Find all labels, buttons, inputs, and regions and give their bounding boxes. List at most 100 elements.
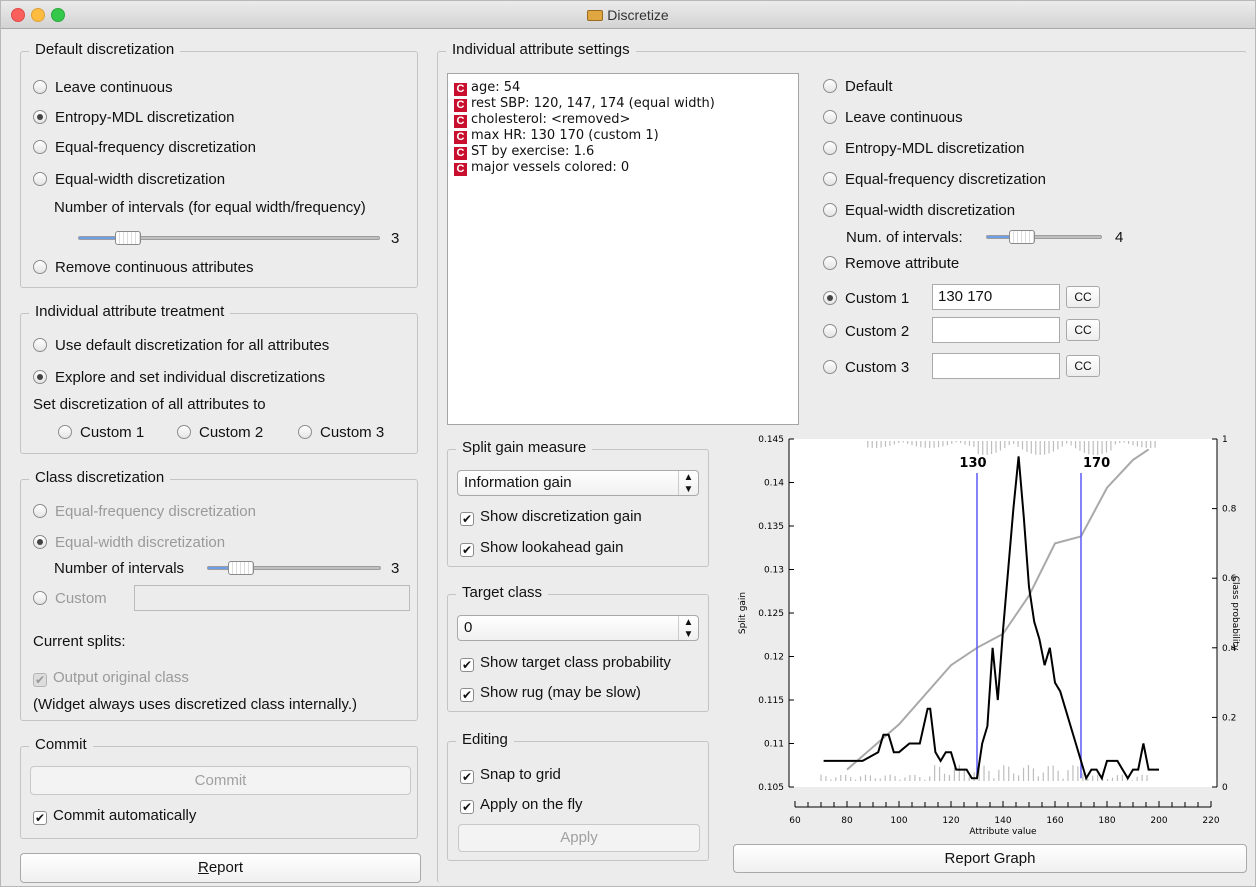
- use-default-radio[interactable]: Use default discretization for all attri…: [33, 337, 329, 355]
- y2-axis-label: Class probability: [1230, 576, 1240, 651]
- slider-thumb: [228, 561, 254, 575]
- plot-area: [789, 439, 1217, 787]
- radio-indicator: [33, 140, 47, 154]
- split-gain-plot[interactable]: 60 80 100 120 140 160 180 200 220 Attribute value…: [733, 435, 1247, 843]
- set-all-custom1-radio[interactable]: Custom 1: [58, 424, 144, 442]
- remove-continuous-radio[interactable]: Remove continuous attributes: [33, 259, 253, 277]
- custom2-input[interactable]: [932, 317, 1060, 343]
- commit-title: Commit: [29, 736, 93, 753]
- attribute-list[interactable]: Cage: 54 Crest SBP: 120, 147, 174 (equal …: [447, 73, 799, 425]
- checkbox-indicator: ✔: [460, 543, 474, 557]
- class-intervals-label: Number of intervals: [54, 560, 185, 577]
- attr-custom2-radio[interactable]: Custom 2: [823, 323, 909, 341]
- attribute-label: ST by exercise: 1.6: [471, 144, 595, 159]
- attribute-label: max HR: 130 170 (custom 1): [471, 128, 659, 143]
- x-tick-label: 60: [789, 816, 801, 826]
- attribute-list-item[interactable]: Crest SBP: 120, 147, 174 (equal width): [454, 96, 715, 112]
- attr-default-radio[interactable]: Default: [823, 78, 893, 96]
- attribute-list-item[interactable]: C ST by exercise: 1.6: [454, 144, 594, 160]
- attribute-list-item[interactable]: Cage: 54: [454, 80, 520, 96]
- attr-equal-width-radio[interactable]: Equal-width discretization: [823, 202, 1015, 220]
- slider-thumb[interactable]: [115, 231, 141, 245]
- y-tick-label: 0.13: [764, 566, 784, 576]
- set-all-custom3-radio[interactable]: Custom 3: [298, 424, 384, 442]
- default-equal-width-radio[interactable]: Equal-width discretization: [33, 171, 225, 189]
- class-note: (Widget always uses discretized class in…: [33, 696, 358, 713]
- show-lookahead-checkbox[interactable]: ✔ Show lookahead gain: [460, 539, 623, 557]
- attr-remove-radio[interactable]: Remove attribute: [823, 255, 959, 273]
- window-title: Discretize: [607, 7, 669, 23]
- radio-indicator: [33, 591, 47, 605]
- editing-title: Editing: [456, 731, 514, 748]
- zoom-window-button[interactable]: [51, 8, 65, 22]
- apply-on-fly-checkbox[interactable]: ✔ Apply on the fly: [460, 796, 583, 814]
- y2-tick-label: 1: [1222, 435, 1228, 445]
- attribute-label: major vessels colored: 0: [471, 160, 630, 175]
- show-rug-checkbox[interactable]: ✔ Show rug (may be slow): [460, 684, 641, 702]
- explore-individual-radio[interactable]: Explore and set individual discretizatio…: [33, 369, 325, 387]
- report-graph-button[interactable]: Report Graph: [733, 844, 1247, 873]
- continuous-attribute-icon: C: [454, 99, 467, 112]
- default-entropy-mdl-radio[interactable]: Entropy-MDL discretization: [33, 109, 235, 127]
- attribute-list-item[interactable]: Cmax HR: 130 170 (custom 1): [454, 128, 659, 144]
- y-tick-label: 0.125: [758, 609, 784, 619]
- attr-entropy-mdl-radio[interactable]: Entropy-MDL discretization: [823, 140, 1025, 158]
- x-tick-label: 140: [994, 816, 1011, 826]
- radio-indicator: [823, 79, 837, 93]
- y-tick-label: 0.14: [764, 479, 784, 489]
- custom1-input[interactable]: 130 170: [932, 284, 1060, 310]
- custom3-input[interactable]: [932, 353, 1060, 379]
- class-custom-radio: Custom: [33, 590, 107, 608]
- custom3-cc-button[interactable]: CC: [1066, 355, 1100, 377]
- radio-indicator: [823, 110, 837, 124]
- commit-automatically-checkbox[interactable]: ✔ Commit automatically: [33, 807, 196, 825]
- report-button[interactable]: Report: [20, 853, 421, 883]
- radio-indicator: [58, 425, 72, 439]
- continuous-attribute-icon: C: [454, 147, 467, 160]
- y-tick-label: 0.105: [758, 783, 784, 793]
- attribute-list-item[interactable]: Cmajor vessels colored: 0: [454, 160, 629, 176]
- split-gain-select[interactable]: Information gain ▲ ▼: [457, 470, 699, 496]
- x-tick-label: 220: [1202, 816, 1219, 826]
- commit-button[interactable]: Commit: [30, 766, 411, 795]
- split-label: 170: [1083, 456, 1110, 471]
- attr-custom1-radio[interactable]: Custom 1: [823, 290, 909, 308]
- apply-button[interactable]: Apply: [458, 824, 700, 852]
- split-gain-chart[interactable]: 60 80 100 120 140 160 180 200 220 Attribute value…: [733, 435, 1247, 843]
- target-class-select[interactable]: 0 ▲ ▼: [457, 615, 699, 641]
- custom2-cc-button[interactable]: CC: [1066, 319, 1100, 341]
- default-intervals-slider[interactable]: [78, 231, 380, 245]
- discretize-app-icon: [587, 10, 604, 21]
- close-window-button[interactable]: [11, 8, 25, 22]
- y2-tick-label: 0: [1222, 783, 1228, 793]
- show-disc-gain-checkbox[interactable]: ✔ Show discretization gain: [460, 508, 642, 526]
- attribute-list-item[interactable]: Ccholesterol: <removed>: [454, 112, 630, 128]
- attr-equal-frequency-radio[interactable]: Equal-frequency discretization: [823, 171, 1046, 189]
- attr-intervals-slider[interactable]: [986, 230, 1102, 244]
- y-tick-label: 0.12: [764, 653, 784, 663]
- x-tick-label: 180: [1098, 816, 1115, 826]
- select-arrows-icon: ▲ ▼: [678, 471, 698, 495]
- target-class-title: Target class: [456, 584, 549, 601]
- custom1-cc-button[interactable]: CC: [1066, 286, 1100, 308]
- minimize-window-button[interactable]: [31, 8, 45, 22]
- individual-treatment-group: Individual attribute treatment Use defau…: [20, 303, 418, 454]
- radio-indicator: [823, 172, 837, 186]
- default-equal-frequency-radio[interactable]: Equal-frequency discretization: [33, 139, 256, 157]
- show-target-prob-checkbox[interactable]: ✔ Show target class probability: [460, 654, 671, 672]
- y2-tick-label: 0.2: [1222, 713, 1236, 723]
- class-custom-input: [134, 585, 410, 611]
- default-leave-continuous-radio[interactable]: Leave continuous: [33, 79, 173, 97]
- radio-indicator: [33, 172, 47, 186]
- attr-custom3-radio[interactable]: Custom 3: [823, 359, 909, 377]
- x-tick-label: 160: [1046, 816, 1063, 826]
- attribute-label: age: 54: [471, 80, 521, 95]
- editing-group: Editing ✔ Snap to grid ✔ Apply on the fly …: [447, 731, 709, 861]
- slider-thumb[interactable]: [1009, 230, 1035, 244]
- title-bar: Discretize: [1, 1, 1255, 29]
- y-axis-label: Split gain: [738, 592, 748, 634]
- attr-leave-continuous-radio[interactable]: Leave continuous: [823, 109, 963, 127]
- set-all-custom2-radio[interactable]: Custom 2: [177, 424, 263, 442]
- radio-indicator: [298, 425, 312, 439]
- snap-to-grid-checkbox[interactable]: ✔ Snap to grid: [460, 766, 561, 784]
